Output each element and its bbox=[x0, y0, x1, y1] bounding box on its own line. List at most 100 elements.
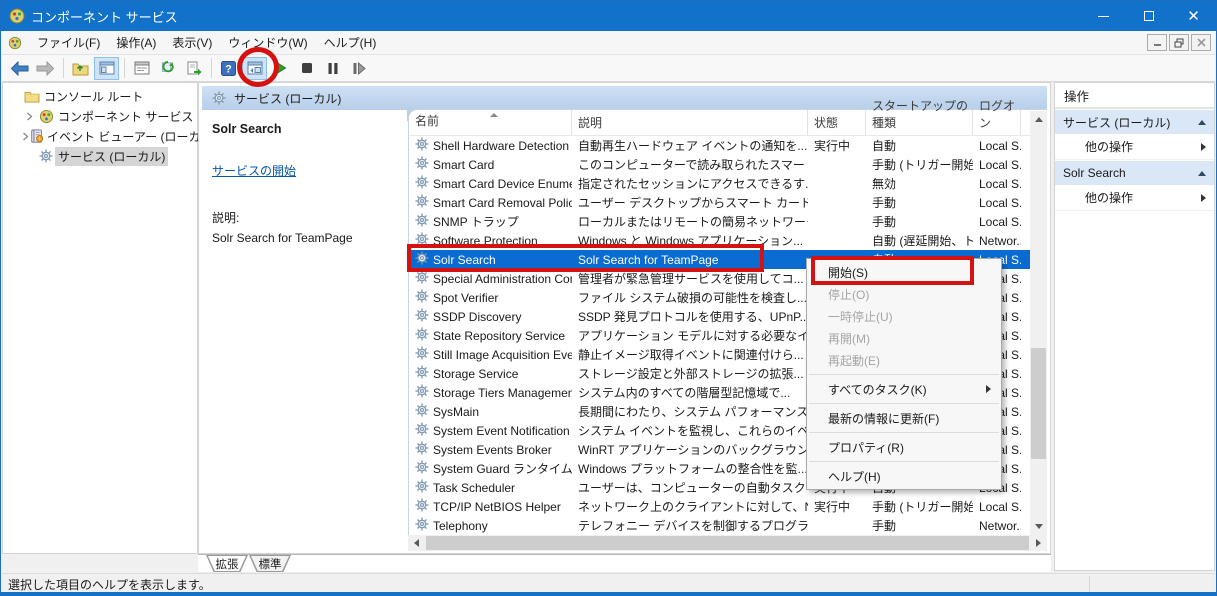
mdi-buttons bbox=[1147, 34, 1215, 51]
show-window-icon[interactable] bbox=[242, 57, 267, 80]
tab-extended[interactable]: 拡張 bbox=[206, 555, 248, 572]
vertical-scrollbar[interactable] bbox=[1030, 111, 1047, 535]
actions-item-more-actions[interactable]: 他の操作 bbox=[1055, 134, 1214, 160]
mdi-minimize-button[interactable] bbox=[1147, 34, 1167, 51]
tree-item-0[interactable]: コンソール ルート bbox=[3, 86, 197, 106]
service-row[interactable]: Software ProtectionWindows と Windows アプリ… bbox=[409, 231, 1030, 250]
actions-item-label: 他の操作 bbox=[1085, 189, 1201, 206]
context-menu-item-0[interactable]: 開始(S) bbox=[807, 261, 1001, 283]
svg-text:?: ? bbox=[225, 63, 232, 75]
start-service-icon[interactable] bbox=[268, 57, 293, 80]
context-menu-item-6[interactable]: すべてのタスク(K) bbox=[807, 378, 1001, 400]
forward-icon[interactable] bbox=[33, 57, 58, 80]
service-row[interactable]: Smart Cardこのコンピューターで読み取られたスマート ...手動 (トリ… bbox=[409, 155, 1030, 174]
expander-icon[interactable] bbox=[21, 132, 30, 141]
tab-standard[interactable]: 標準 bbox=[249, 555, 291, 572]
context-menu-item-2: 一時停止(U) bbox=[807, 305, 1001, 327]
service-description-cell: ストレージ設定と外部ストレージの拡張... bbox=[572, 365, 808, 382]
service-description-cell: WinRT アプリケーションのバックグラウンド... bbox=[572, 441, 808, 458]
expand-icon bbox=[1201, 194, 1206, 202]
column-header-4[interactable]: ログオン bbox=[973, 110, 1021, 135]
refresh-icon[interactable] bbox=[155, 57, 180, 80]
minimize-button[interactable] bbox=[1081, 1, 1126, 31]
service-name: SSDP Discovery bbox=[433, 310, 521, 324]
toolbar-separator bbox=[124, 58, 125, 78]
up-one-level-icon[interactable] bbox=[68, 57, 93, 80]
service-description-cell: Windows と Windows アプリケーション... bbox=[572, 232, 808, 249]
stop-service-icon[interactable] bbox=[294, 57, 319, 80]
restart-service-icon[interactable] bbox=[346, 57, 371, 80]
menu-item-3[interactable]: ウィンドウ(W) bbox=[220, 32, 315, 54]
service-startup-type-cell: 手動 (トリガー開始) bbox=[866, 498, 973, 515]
selected-service-title: Solr Search bbox=[212, 122, 407, 136]
column-header-3[interactable]: スタートアップの種類 bbox=[866, 110, 973, 135]
service-row[interactable]: Shell Hardware Detection自動再生ハードウェア イベントの… bbox=[409, 136, 1030, 155]
actions-pane: 操作 サービス (ローカル)他の操作Solr Search他の操作 bbox=[1054, 82, 1215, 571]
service-logon-cell: Local S... bbox=[973, 196, 1021, 210]
menu-item-4[interactable]: ヘルプ(H) bbox=[316, 32, 385, 54]
service-name-cell: Software Protection bbox=[409, 232, 572, 249]
column-header-0[interactable]: 名前 bbox=[409, 110, 572, 135]
service-row[interactable]: SNMP トラップローカルまたはリモートの簡易ネットワーク...手動Local … bbox=[409, 212, 1030, 231]
service-row[interactable]: Telephonyテレフォニー デバイスを制御するプログラム...手動Netwo… bbox=[409, 516, 1030, 535]
gear-icon bbox=[415, 384, 429, 401]
service-description-cell: 長期間にわたり、システム パフォーマンス... bbox=[572, 403, 808, 420]
service-name-cell: TCP/IP NetBIOS Helper bbox=[409, 498, 572, 515]
context-menu-item-4: 再起動(E) bbox=[807, 349, 1001, 371]
service-name-cell: System Events Broker bbox=[409, 441, 572, 458]
maximize-button[interactable] bbox=[1126, 1, 1171, 31]
service-row[interactable]: TCP/IP NetBIOS Helperネットワーク上のクライアントに対して、… bbox=[409, 497, 1030, 516]
service-status-cell: 実行中 bbox=[808, 498, 866, 515]
service-name-cell: Still Image Acquisition Events bbox=[409, 346, 572, 363]
column-header-2[interactable]: 状態 bbox=[808, 110, 866, 135]
gear-icon bbox=[415, 308, 429, 325]
start-service-link[interactable]: サービスの開始 bbox=[212, 162, 296, 179]
mdi-restore-button[interactable] bbox=[1169, 34, 1189, 51]
service-name: Still Image Acquisition Events bbox=[433, 348, 572, 362]
service-row[interactable]: Smart Card Removal Policyユーザー デスクトップからスマ… bbox=[409, 193, 1030, 212]
show-console-tree-icon[interactable] bbox=[94, 57, 119, 80]
context-menu-item-8[interactable]: 最新の情報に更新(F) bbox=[807, 407, 1001, 429]
tree-item-3[interactable]: サービス (ローカル) bbox=[3, 146, 197, 166]
context-menu: 開始(S)停止(O)一時停止(U)再開(M)再起動(E)すべてのタスク(K)最新… bbox=[806, 258, 1002, 490]
pause-service-icon[interactable] bbox=[320, 57, 345, 80]
export-list-icon[interactable] bbox=[181, 57, 206, 80]
help-icon[interactable]: ? bbox=[216, 57, 241, 80]
actions-section-header-0[interactable]: サービス (ローカル) bbox=[1055, 110, 1214, 134]
properties-icon[interactable] bbox=[129, 57, 154, 80]
scroll-left-icon[interactable] bbox=[408, 535, 425, 551]
column-header-1[interactable]: 説明 bbox=[572, 110, 808, 135]
context-menu-item-12[interactable]: ヘルプ(H) bbox=[807, 465, 1001, 487]
horizontal-scrollbar-thumb[interactable] bbox=[426, 536, 1029, 550]
actions-section-label: サービス (ローカル) bbox=[1063, 114, 1198, 131]
service-row[interactable]: Smart Card Device Enumera...指定されたセッションにア… bbox=[409, 174, 1030, 193]
horizontal-scrollbar[interactable] bbox=[408, 535, 1047, 551]
context-menu-item-10[interactable]: プロパティ(R) bbox=[807, 436, 1001, 458]
tree-item-1[interactable]: コンポーネント サービス bbox=[3, 106, 197, 126]
toolbar-separator bbox=[211, 58, 212, 78]
close-button[interactable]: ✕ bbox=[1171, 1, 1216, 31]
actions-section-header-1[interactable]: Solr Search bbox=[1055, 161, 1214, 185]
menu-item-1[interactable]: 操作(A) bbox=[108, 32, 164, 54]
status-text: 選択した項目のヘルプを表示します。 bbox=[8, 576, 211, 593]
menu-item-0[interactable]: ファイル(F) bbox=[29, 32, 108, 54]
service-description-cell: システム イベントを監視し、これらのイベ... bbox=[572, 422, 808, 439]
mdi-close-button[interactable] bbox=[1191, 34, 1211, 51]
service-name-cell: System Guard ランタイム モニ... bbox=[409, 460, 572, 477]
back-icon[interactable] bbox=[7, 57, 32, 80]
service-name: Smart Card Device Enumera... bbox=[433, 177, 572, 191]
service-name-cell: Shell Hardware Detection bbox=[409, 137, 572, 154]
gear-icon bbox=[415, 194, 429, 211]
expander-icon[interactable] bbox=[21, 112, 37, 121]
scroll-up-icon[interactable] bbox=[1030, 111, 1047, 128]
scroll-right-icon[interactable] bbox=[1030, 535, 1047, 551]
gear-icon bbox=[415, 251, 429, 268]
scroll-down-icon[interactable] bbox=[1030, 518, 1047, 535]
menu-item-2[interactable]: 表示(V) bbox=[164, 32, 220, 54]
vertical-scrollbar-thumb[interactable] bbox=[1031, 348, 1046, 458]
tree-item-2[interactable]: !イベント ビューアー (ローカル) bbox=[3, 126, 197, 146]
service-description-cell: アプリケーション モデルに対する必要なイ... bbox=[572, 327, 808, 344]
tree-item-label: コンソール ルート bbox=[41, 87, 146, 106]
actions-item-more-actions[interactable]: 他の操作 bbox=[1055, 185, 1214, 211]
service-description-cell: システム内のすべての階層型記憶域で... bbox=[572, 384, 808, 401]
